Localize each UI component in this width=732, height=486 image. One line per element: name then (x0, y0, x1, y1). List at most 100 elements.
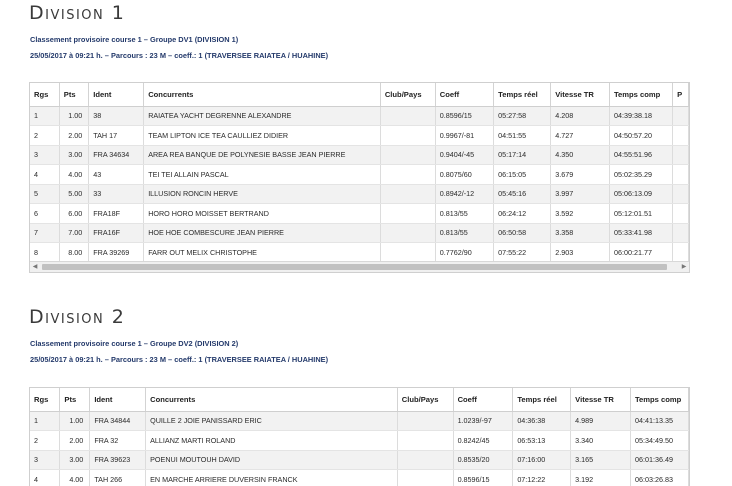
table-cell: 2 (30, 125, 60, 146)
table-cell: 2.903 (550, 242, 610, 263)
table-row: 7 7.00 FRA16F HOE HOE COMBESCURE JEAN PIERR… (30, 223, 689, 243)
table-cell: 4.989 (570, 411, 631, 431)
table-cell: 1.0239/-97 (453, 411, 514, 431)
table-cell: 04:39:38.18 (609, 106, 674, 126)
column-header[interactable]: Pts (59, 388, 91, 412)
table-cell (380, 242, 436, 263)
column-header[interactable]: Ident (89, 388, 147, 412)
column-header[interactable]: Club/Pays (380, 83, 436, 107)
table-row: 5 5.00 33 ILLUSION RONCIN HERVE 0.8942/-12 05… (30, 184, 689, 204)
column-header[interactable]: Vitesse TR (570, 388, 631, 412)
scroll-right-arrow-icon[interactable]: ▶ (679, 263, 689, 272)
table-cell: 06:53:13 (512, 430, 572, 451)
table-cell: 05:02:35.29 (609, 164, 674, 185)
table-cell: HORO HORO MOISSET BERTRAND (143, 203, 381, 224)
table-cell: 6.00 (59, 203, 90, 224)
table-cell: 4.208 (550, 106, 610, 126)
table-cell: 3.165 (570, 450, 631, 470)
table-cell: 0.9404/-45 (435, 145, 495, 165)
table-cell: 7.00 (59, 223, 90, 243)
table-cell: ILLUSION RONCIN HERVE (143, 184, 381, 204)
table-cell: 05:33:41.98 (609, 223, 674, 243)
table-cell: 06:00:21.77 (609, 242, 674, 263)
column-header[interactable]: Vitesse TR (550, 83, 610, 107)
table-cell: FRA18F (88, 203, 145, 224)
table-cell (672, 145, 689, 165)
table-cell: 06:03:26.83 (630, 469, 689, 486)
table-cell: 5.00 (59, 184, 90, 204)
table-cell: 4.00 (59, 469, 91, 486)
table-cell (397, 430, 454, 451)
column-header[interactable]: Coeff (453, 388, 514, 412)
table-cell: 1 (30, 411, 61, 431)
table-cell: POENUI MOUTOUH DAVID (145, 450, 398, 470)
division-title: Division 1 (29, 2, 126, 24)
scroll-thumb[interactable] (42, 264, 667, 270)
table-cell: 07:16:00 (512, 450, 572, 470)
column-header[interactable]: Coeff (435, 83, 495, 107)
table-cell: 0.813/55 (435, 203, 495, 224)
table-cell: TAH 17 (88, 125, 145, 146)
table-row: 6 6.00 FRA18F HORO HORO MOISSET BERTRAND 0.8… (30, 203, 689, 224)
table-cell: EN MARCHE ARRIERE DUVERSIN FRANCK (145, 469, 398, 486)
column-header[interactable]: Temps réel (512, 388, 572, 412)
table-cell: FRA 39623 (89, 450, 147, 470)
results-table: Rgs Pts Ident Concurrents Club/Pays Coeff Temp… (30, 388, 689, 486)
table-row: 3 3.00 FRA 34634 AREA REA BANQUE DE POLYNES… (30, 145, 689, 165)
table-cell: 3.679 (550, 164, 610, 185)
table-cell (672, 223, 689, 243)
table-cell: 07:12:22 (512, 469, 572, 486)
table-cell: 0.8596/15 (453, 469, 514, 486)
column-header[interactable]: Rgs (30, 83, 60, 107)
table-cell: 0.8596/15 (435, 106, 495, 126)
scroll-left-arrow-icon[interactable]: ◀ (30, 263, 40, 272)
table-cell (380, 164, 436, 185)
table-cell: 3.997 (550, 184, 610, 204)
table-cell: 04:50:57.20 (609, 125, 674, 146)
table-cell (397, 469, 454, 486)
table-cell: 38 (88, 106, 145, 126)
table-cell: 4.00 (59, 164, 90, 185)
table-cell: 07:55:22 (493, 242, 552, 263)
table-cell: 3.00 (59, 145, 90, 165)
table-cell: TEAM LIPTON ICE TEA CAULLIEZ DIDIER (143, 125, 381, 146)
table-cell: 43 (88, 164, 145, 185)
table-cell: 8 (30, 242, 60, 263)
table-cell: FRA 34634 (88, 145, 145, 165)
column-header[interactable]: Temps réel (493, 83, 552, 107)
table-cell: 4.350 (550, 145, 610, 165)
column-header[interactable]: Concurrents (143, 83, 381, 107)
table-cell: 06:50:58 (493, 223, 552, 243)
table-cell: 8.00 (59, 242, 90, 263)
table-cell (380, 145, 436, 165)
table-cell: 0.8535/20 (453, 450, 514, 470)
table-cell: 0.8242/45 (453, 430, 514, 451)
table-cell: 0.9967/-81 (435, 125, 495, 146)
table-row: 1 1.00 FRA 34844 QUILLE 2 JOIE PANISSARD ER… (30, 411, 689, 431)
table-cell (380, 223, 436, 243)
horizontal-scrollbar[interactable]: ◀ ▶ (30, 261, 689, 272)
column-header[interactable]: Club/Pays (397, 388, 454, 412)
table-cell: 2.00 (59, 430, 91, 451)
column-header[interactable]: Pts (59, 83, 90, 107)
column-header[interactable]: P (672, 83, 689, 107)
table-cell (380, 106, 436, 126)
table-row: 2 2.00 FRA 32 ALLIANZ MARTI ROLAND 0.8242/45… (30, 430, 689, 451)
results-table-container[interactable]: Rgs Pts Ident Concurrents Club/Pays Coeff Temp… (29, 82, 690, 273)
table-cell: TAH 266 (89, 469, 147, 486)
division-title: Division 2 (29, 306, 126, 328)
column-header[interactable]: Temps comp (630, 388, 689, 412)
table-cell (380, 184, 436, 204)
results-subtitle: Classement provisoire course 1 – Groupe … (30, 35, 239, 44)
table-cell: 06:15:05 (493, 164, 552, 185)
table-cell: 0.8075/60 (435, 164, 495, 185)
table-cell: 06:24:12 (493, 203, 552, 224)
results-table-container[interactable]: Rgs Pts Ident Concurrents Club/Pays Coeff Temp… (29, 387, 690, 486)
race-info: 25/05/2017 à 09:21 h. – Parcours : 23 M … (30, 355, 329, 364)
column-header[interactable]: Temps comp (609, 83, 674, 107)
table-header-row: Rgs Pts Ident Concurrents Club/Pays Coeff Temp… (30, 388, 689, 412)
column-header[interactable]: Concurrents (145, 388, 398, 412)
table-row: 4 4.00 43 TEI TEI ALLAIN PASCAL 0.8075/60 06:… (30, 164, 689, 185)
column-header[interactable]: Ident (88, 83, 145, 107)
column-header[interactable]: Rgs (30, 388, 61, 412)
